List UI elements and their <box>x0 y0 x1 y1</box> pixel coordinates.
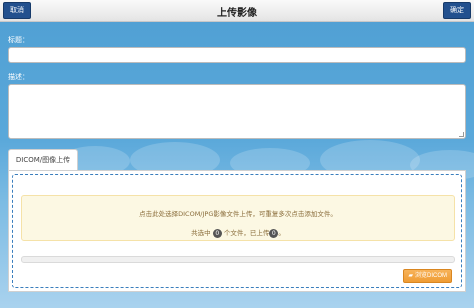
tab-dicom-upload[interactable]: DICOM/图像上传 <box>8 149 78 171</box>
description-label: 描述： <box>8 73 29 81</box>
upload-progress-bar <box>21 256 455 263</box>
count-prefix: 共选中 <box>191 229 211 237</box>
confirm-button[interactable]: 确定 <box>443 2 471 19</box>
description-textarea[interactable] <box>8 84 466 139</box>
upload-panel: 点击此处选择DICOM/JPG影像文件上传，可重复多次点击添加文件。 共选中 0… <box>8 170 466 292</box>
upload-dropzone[interactable]: 点击此处选择DICOM/JPG影像文件上传，可重复多次点击添加文件。 共选中 0… <box>12 174 462 288</box>
title-label: 标题： <box>8 36 29 44</box>
header-bar: 取消 上传影像 确定 <box>0 0 474 22</box>
uploaded-count-badge: 0 <box>269 228 279 238</box>
upload-count-text: 共选中 0 个文件，已上传 0。 <box>22 227 454 238</box>
selected-count-badge: 0 <box>212 228 222 238</box>
resize-handle-icon[interactable] <box>459 132 464 137</box>
browse-dicom-button[interactable]: ▰ 浏览DICOM <box>403 269 452 283</box>
title-input[interactable] <box>8 47 466 63</box>
page-title: 上传影像 <box>217 8 257 19</box>
folder-icon: ▰ <box>408 273 413 279</box>
count-suffix: 。 <box>278 229 285 237</box>
upload-hint: 点击此处选择DICOM/JPG影像文件上传，可重复多次点击添加文件。 <box>139 210 337 218</box>
count-middle: 个文件，已上传 <box>223 229 270 237</box>
browse-dicom-label: 浏览DICOM <box>415 273 447 279</box>
upload-notice[interactable]: 点击此处选择DICOM/JPG影像文件上传，可重复多次点击添加文件。 共选中 0… <box>21 195 455 241</box>
